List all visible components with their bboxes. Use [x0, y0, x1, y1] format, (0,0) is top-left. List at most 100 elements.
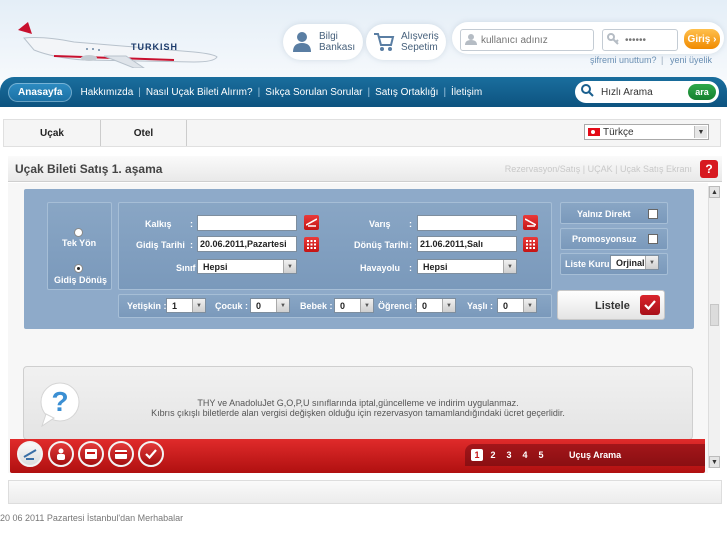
nav-item-hakkimizda[interactable]: Hakkımızda	[76, 87, 137, 98]
login-button[interactable]: Giriş ›	[684, 29, 720, 49]
username-input[interactable]	[481, 34, 593, 46]
scroll-thumb[interactable]	[710, 304, 719, 326]
promosyonsuz-checkbox[interactable]	[648, 234, 658, 244]
scroll-down-arrow-icon[interactable]: ▼	[709, 456, 720, 468]
havayolu-select[interactable]: Hepsi ▼	[417, 259, 517, 274]
brand-name: TURKISH	[131, 42, 178, 52]
step-3[interactable]: 3	[503, 449, 515, 461]
colon: :	[190, 219, 193, 229]
nav-item-nasil[interactable]: Nasıl Uçak Bileti Alırım?	[142, 87, 257, 98]
search-icon	[581, 84, 594, 100]
kalkis-input[interactable]	[197, 215, 297, 231]
liste-kuru-select[interactable]: Orjinal ▼	[610, 255, 659, 270]
calendar-icon[interactable]	[523, 237, 538, 252]
cocuk-select[interactable]: 0 ▼	[250, 298, 290, 313]
colon: :	[409, 263, 412, 273]
ogrenci-value: 0	[422, 300, 428, 311]
password-field[interactable]: ••••••	[602, 29, 678, 51]
chevron-down-icon: ▼	[645, 256, 658, 269]
header-link-separator: |	[661, 55, 664, 65]
yalniz-direkt-label: Yalnız Direkt	[577, 209, 631, 219]
bilgi-bankasi-button[interactable]: Bilgi Bankası	[291, 31, 355, 53]
bebek-label: Bebek :	[300, 301, 333, 311]
liste-kuru-value: Orjinal	[616, 257, 645, 268]
ogrenci-label: Öğrenci :	[378, 301, 418, 311]
register-link[interactable]: yeni üyelik	[670, 55, 712, 65]
colon: :	[190, 263, 193, 273]
search-button[interactable]: ara	[688, 84, 716, 100]
scroll-up-arrow-icon[interactable]: ▲	[709, 186, 720, 198]
info-person-icon	[291, 31, 313, 53]
bebek-select[interactable]: 0 ▼	[334, 298, 374, 313]
step-1[interactable]: 1	[471, 449, 483, 461]
yasli-select[interactable]: 0 ▼	[497, 298, 537, 313]
quick-search-box[interactable]: Hızlı Arama ara	[575, 81, 719, 103]
kalkis-label: Kalkış	[145, 219, 172, 229]
sinif-select[interactable]: Hepsi ▼	[197, 259, 297, 274]
one-way-label: Tek Yön	[62, 238, 97, 248]
language-select[interactable]: Türkçe ▼	[584, 124, 709, 140]
quick-search-input[interactable]: Hızlı Arama	[601, 87, 653, 98]
yetiskin-label: Yetişkin :	[127, 301, 167, 311]
step-4[interactable]: 4	[519, 449, 531, 461]
alisveris-sepetim-button[interactable]: Alışveriş Sepetim	[373, 31, 439, 53]
key-icon	[607, 32, 619, 48]
gidis-date-input[interactable]: 20.06.2011,Pazartesi	[197, 236, 297, 252]
nav-item-iletisim[interactable]: İletişim	[447, 87, 486, 98]
varis-input[interactable]	[417, 215, 517, 231]
plane-landing-icon[interactable]	[523, 215, 538, 230]
round-trip-radio[interactable]	[74, 264, 83, 273]
step-flight-icon[interactable]	[17, 441, 43, 467]
bilgi-line1: Bilgi	[319, 31, 338, 42]
liste-kuru-label: Liste Kuru:	[565, 259, 613, 269]
ogrenci-select[interactable]: 0 ▼	[416, 298, 456, 313]
plane-takeoff-icon[interactable]	[304, 215, 319, 230]
info-line-2: Kıbrıs çıkışlı biletlerde alan vergisi d…	[151, 408, 565, 418]
info-line-1: THY ve AnadoluJet G,O,P,U sınıflarında i…	[197, 398, 519, 408]
chevron-down-icon: ▼	[276, 299, 289, 312]
one-way-radio[interactable]	[74, 228, 83, 237]
question-bubble-icon: ?	[40, 382, 80, 428]
yalniz-direkt-checkbox[interactable]	[648, 209, 658, 219]
donus-label: Dönüş Tarihi	[354, 240, 409, 250]
havayolu-label: Havayolu	[360, 263, 401, 273]
help-button[interactable]: ?	[700, 160, 718, 178]
password-input[interactable]: ••••••	[625, 35, 646, 46]
calendar-icon[interactable]	[304, 237, 319, 252]
scrollbar[interactable]: ▲ ▼	[708, 186, 720, 468]
sepet-line1: Alışveriş	[401, 31, 439, 42]
checkmark-icon	[640, 295, 660, 315]
donus-date-input[interactable]: 21.06.2011,Salı	[417, 236, 517, 252]
listele-button[interactable]: Listele	[557, 290, 665, 320]
step-check-icon[interactable]	[138, 441, 164, 467]
step-5[interactable]: 5	[535, 449, 547, 461]
yasli-label: Yaşlı :	[467, 301, 494, 311]
chevron-down-icon: ▼	[694, 126, 707, 138]
nav-item-satis-ortakligi[interactable]: Satış Ortaklığı	[371, 87, 442, 98]
step-credit-card-icon[interactable]	[108, 441, 134, 467]
step-2[interactable]: 2	[487, 449, 499, 461]
yetiskin-select[interactable]: 1 ▼	[166, 298, 206, 313]
chevron-down-icon: ▼	[360, 299, 373, 312]
info-box: THY ve AnadoluJet G,O,P,U sınıflarında i…	[23, 366, 693, 440]
step-wallet-icon[interactable]	[78, 441, 104, 467]
step-indicator: 1 2 3 4 5 Uçuş Arama	[465, 444, 705, 466]
gidis-label: Gidiş Tarihi	[136, 240, 185, 250]
turkey-flag-icon	[588, 128, 600, 136]
breadcrumb[interactable]: Rezervasyon/Satış | UÇAK | Uçak Satış Ek…	[505, 164, 692, 174]
turkish-airlines-logo[interactable]	[14, 16, 219, 68]
page-title-bar: Uçak Bileti Satış 1. aşama Rezervasyon/S…	[8, 156, 722, 182]
tab-ucak[interactable]: Uçak	[4, 120, 101, 146]
colon: :	[409, 219, 412, 229]
step-label: Uçuş Arama	[569, 450, 622, 460]
nav-item-anasayfa[interactable]: Anasayfa	[8, 82, 73, 102]
forgot-password-link[interactable]: şifremi unuttum?	[590, 55, 657, 65]
round-trip-label: Gidiş Dönüş	[54, 275, 108, 285]
bilgi-line2: Bankası	[319, 42, 356, 53]
page-title: Uçak Bileti Satış 1. aşama	[15, 161, 163, 176]
chevron-down-icon: ▼	[442, 299, 455, 312]
step-passenger-icon[interactable]	[48, 441, 74, 467]
username-field[interactable]	[460, 29, 594, 51]
tab-otel[interactable]: Otel	[101, 120, 187, 146]
nav-item-sss[interactable]: Sıkça Sorulan Sorular	[261, 87, 366, 98]
